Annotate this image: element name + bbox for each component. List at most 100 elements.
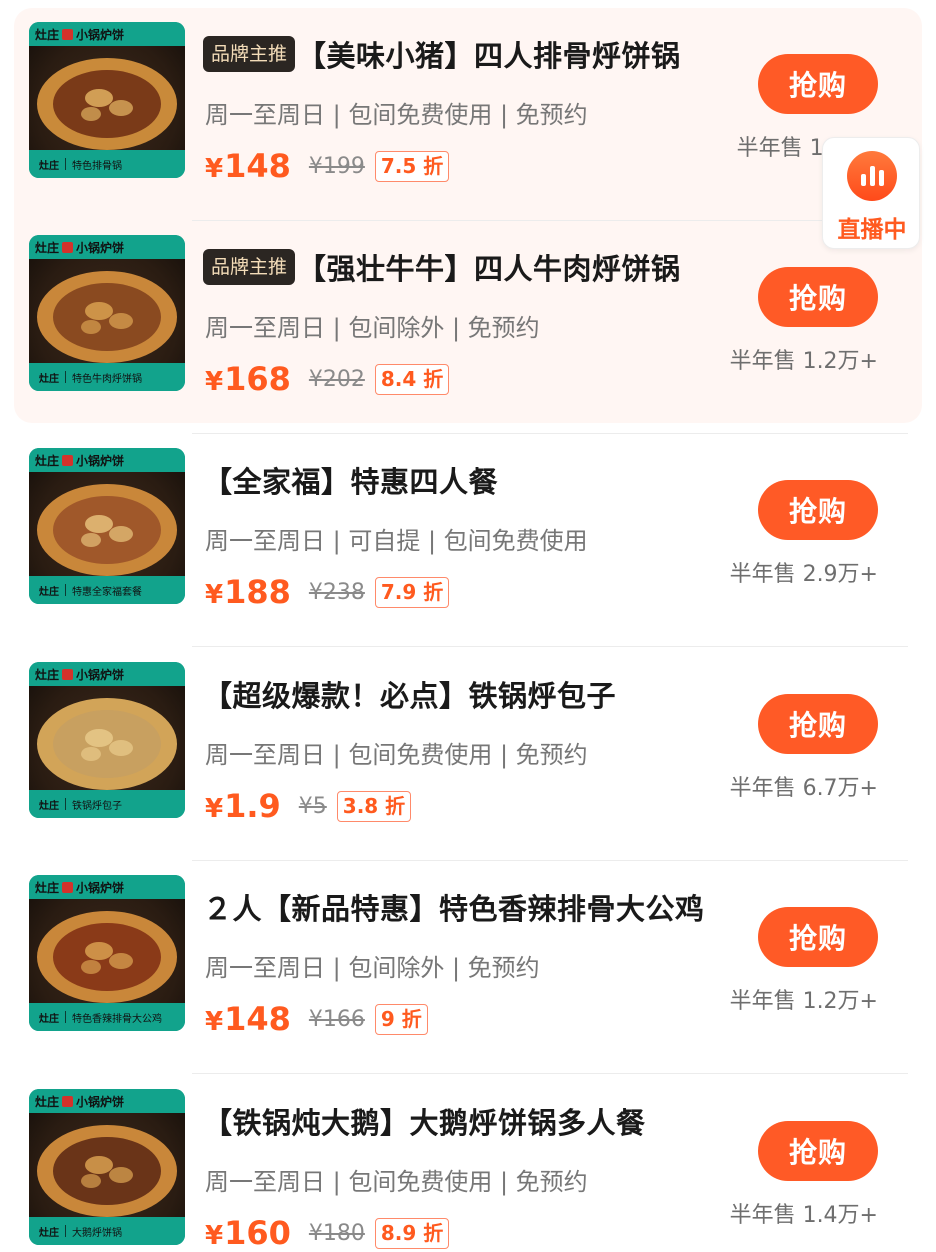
dish-thumbnail[interactable]: 灶庄 小锅炉饼 灶庄 铁锅烀包子 bbox=[29, 662, 185, 818]
thumb-brand-name: 小锅炉饼 bbox=[76, 1094, 125, 1109]
buy-button[interactable]: 抢购 bbox=[758, 54, 878, 114]
discount-badge: 8.9 折 bbox=[374, 1217, 450, 1249]
deal-subtitle: 周一至周日 | 包间除外 | 免预约 bbox=[205, 954, 540, 982]
dish-thumbnail[interactable]: 灶庄 小锅炉饼 灶庄 特色香辣排骨大公鸡 bbox=[29, 875, 185, 1031]
thumb-caption: 特色牛肉烀饼锅 bbox=[72, 373, 142, 385]
thumb-brand-strip: 灶庄 小锅炉饼 bbox=[29, 662, 185, 686]
caption-divider bbox=[65, 371, 66, 383]
thumb-caption: 特色排骨锅 bbox=[72, 160, 122, 172]
deal-title-row: 【铁锅炖大鹅】大鹅烀饼锅多人餐 bbox=[203, 1101, 646, 1141]
buy-button[interactable]: 抢购 bbox=[758, 480, 878, 540]
discount-badge: 3.8 折 bbox=[336, 790, 412, 822]
sales-count: 半年售 1.4万+ bbox=[729, 1203, 878, 1228]
discount-badge: 7.5 折 bbox=[374, 150, 450, 182]
thumb-brand-name: 小锅炉饼 bbox=[76, 667, 125, 682]
original-price: ¥166 bbox=[308, 1006, 365, 1032]
discount-badge: 8.4 折 bbox=[374, 363, 450, 395]
thumb-caption: 特惠全家福套餐 bbox=[72, 586, 142, 598]
thumb-caption: 铁锅烀包子 bbox=[72, 800, 122, 812]
original-price: ¥238 bbox=[308, 579, 365, 605]
buy-button[interactable]: 抢购 bbox=[758, 267, 878, 327]
thumb-brand-strip: 灶庄 小锅炉饼 bbox=[29, 875, 185, 899]
buy-button[interactable]: 抢购 bbox=[758, 1121, 878, 1181]
brand-featured-badge: 品牌主推 bbox=[203, 36, 296, 72]
brand-featured-badge: 品牌主推 bbox=[203, 249, 296, 285]
deal-item[interactable]: 灶庄 小锅炉饼 灶庄 特色牛肉烀饼锅 品牌主推 【强壮牛牛】四人牛肉烀饼锅 周一… bbox=[0, 221, 936, 434]
dish-photo bbox=[29, 1113, 185, 1217]
yen-symbol: ¥ bbox=[205, 794, 224, 824]
deal-price-value: 160 bbox=[224, 1214, 291, 1252]
dish-photo bbox=[29, 259, 185, 363]
deal-title[interactable]: 【强壮牛牛】四人牛肉烀饼锅 bbox=[297, 246, 681, 288]
dish-photo bbox=[29, 46, 185, 150]
deal-price: ¥160 bbox=[205, 1214, 291, 1252]
live-label: 直播中 bbox=[837, 217, 907, 243]
thumb-brand-name: 小锅炉饼 bbox=[76, 880, 125, 895]
item-divider bbox=[192, 646, 908, 647]
dish-thumbnail[interactable]: 灶庄 小锅炉饼 灶庄 特惠全家福套餐 bbox=[29, 448, 185, 604]
caption-divider bbox=[65, 584, 66, 596]
deal-title-row: ２人【新品特惠】特色香辣排骨大公鸡 bbox=[203, 887, 705, 927]
thumb-caption-bar: 灶庄 特色排骨锅 bbox=[29, 150, 185, 178]
thumb-caption-logo: 灶庄 bbox=[39, 800, 59, 812]
deal-title[interactable]: 【超级爆款！必点】铁锅烀包子 bbox=[203, 673, 616, 715]
deal-item[interactable]: 灶庄 小锅炉饼 灶庄 大鹅烀饼锅 【铁锅炖大鹅】大鹅烀饼锅多人餐 周一至周日 |… bbox=[0, 1075, 936, 1252]
deal-title[interactable]: 【铁锅炖大鹅】大鹅烀饼锅多人餐 bbox=[203, 1100, 646, 1142]
deal-title[interactable]: ２人【新品特惠】特色香辣排骨大公鸡 bbox=[203, 886, 705, 928]
thumb-caption-logo: 灶庄 bbox=[39, 160, 59, 172]
dish-thumbnail[interactable]: 灶庄 小锅炉饼 灶庄 特色牛肉烀饼锅 bbox=[29, 235, 185, 391]
thumb-brand-logo: 灶庄 bbox=[35, 1094, 60, 1109]
yen-symbol: ¥ bbox=[205, 367, 224, 397]
thumb-brand-strip: 灶庄 小锅炉饼 bbox=[29, 235, 185, 259]
sales-count: 半年售 6.7万+ bbox=[729, 776, 878, 801]
deal-price: ¥1.9 bbox=[205, 787, 281, 825]
thumb-caption-logo: 灶庄 bbox=[39, 1013, 59, 1025]
deal-price-value: 148 bbox=[224, 1000, 291, 1038]
thumb-brand-logo: 灶庄 bbox=[35, 240, 60, 255]
deal-title-row: 品牌主推 【美味小猪】四人排骨烀饼锅 bbox=[203, 34, 681, 74]
brand-seal-icon bbox=[62, 881, 74, 893]
deal-price: ¥148 bbox=[205, 147, 291, 185]
deal-title-row: 【全家福】特惠四人餐 bbox=[203, 460, 498, 500]
buy-button[interactable]: 抢购 bbox=[758, 694, 878, 754]
deal-title-row: 【超级爆款！必点】铁锅烀包子 bbox=[203, 674, 616, 714]
deal-item[interactable]: 灶庄 小锅炉饼 灶庄 特惠全家福套餐 【全家福】特惠四人餐 周一至周日 | 可自… bbox=[0, 434, 936, 647]
yen-symbol: ¥ bbox=[205, 1007, 224, 1037]
original-price: ¥199 bbox=[308, 153, 365, 179]
price-row: ¥1.9 ¥5 3.8 折 bbox=[205, 784, 412, 828]
thumb-brand-logo: 灶庄 bbox=[35, 667, 60, 682]
live-button[interactable]: 直播中 bbox=[822, 137, 920, 249]
original-price: ¥202 bbox=[308, 366, 365, 392]
thumb-caption-logo: 灶庄 bbox=[39, 1227, 59, 1239]
price-row: ¥148 ¥166 9 折 bbox=[205, 997, 428, 1041]
caption-divider bbox=[65, 798, 66, 810]
thumb-caption-logo: 灶庄 bbox=[39, 586, 59, 598]
buy-button[interactable]: 抢购 bbox=[758, 907, 878, 967]
deal-price-value: 168 bbox=[224, 360, 291, 398]
thumb-caption: 大鹅烀饼锅 bbox=[72, 1227, 122, 1239]
dish-thumbnail[interactable]: 灶庄 小锅炉饼 灶庄 大鹅烀饼锅 bbox=[29, 1089, 185, 1245]
deal-title[interactable]: 【美味小猪】四人排骨烀饼锅 bbox=[297, 33, 681, 75]
dish-photo bbox=[29, 472, 185, 576]
deal-price-value: 1.9 bbox=[224, 787, 281, 825]
brand-seal-icon bbox=[62, 241, 74, 253]
deal-price: ¥188 bbox=[205, 573, 291, 611]
deal-title-row: 品牌主推 【强壮牛牛】四人牛肉烀饼锅 bbox=[203, 247, 681, 287]
dish-thumbnail[interactable]: 灶庄 小锅炉饼 灶庄 特色排骨锅 bbox=[29, 22, 185, 178]
deal-price-value: 188 bbox=[224, 573, 291, 611]
item-divider bbox=[192, 1073, 908, 1074]
deal-title[interactable]: 【全家福】特惠四人餐 bbox=[203, 459, 498, 501]
thumb-brand-name: 小锅炉饼 bbox=[76, 240, 125, 255]
deal-price-value: 148 bbox=[224, 147, 291, 185]
deal-item[interactable]: 灶庄 小锅炉饼 灶庄 铁锅烀包子 【超级爆款！必点】铁锅烀包子 周一至周日 | … bbox=[0, 648, 936, 861]
thumb-caption-bar: 灶庄 大鹅烀饼锅 bbox=[29, 1217, 185, 1245]
brand-seal-icon bbox=[62, 454, 74, 466]
deal-subtitle: 周一至周日 | 包间除外 | 免预约 bbox=[205, 314, 540, 342]
sales-count: 半年售 1.2万+ bbox=[729, 989, 878, 1014]
deal-subtitle: 周一至周日 | 包间免费使用 | 免预约 bbox=[205, 1168, 588, 1196]
thumb-brand-logo: 灶庄 bbox=[35, 27, 60, 42]
sales-count: 半年售 2.9万+ bbox=[729, 562, 878, 587]
deal-item[interactable]: 灶庄 小锅炉饼 灶庄 特色香辣排骨大公鸡 ２人【新品特惠】特色香辣排骨大公鸡 周… bbox=[0, 861, 936, 1074]
deal-item[interactable]: 灶庄 小锅炉饼 灶庄 特色排骨锅 品牌主推 【美味小猪】四人排骨烀饼锅 周一至周… bbox=[0, 8, 936, 221]
yen-symbol: ¥ bbox=[205, 580, 224, 610]
